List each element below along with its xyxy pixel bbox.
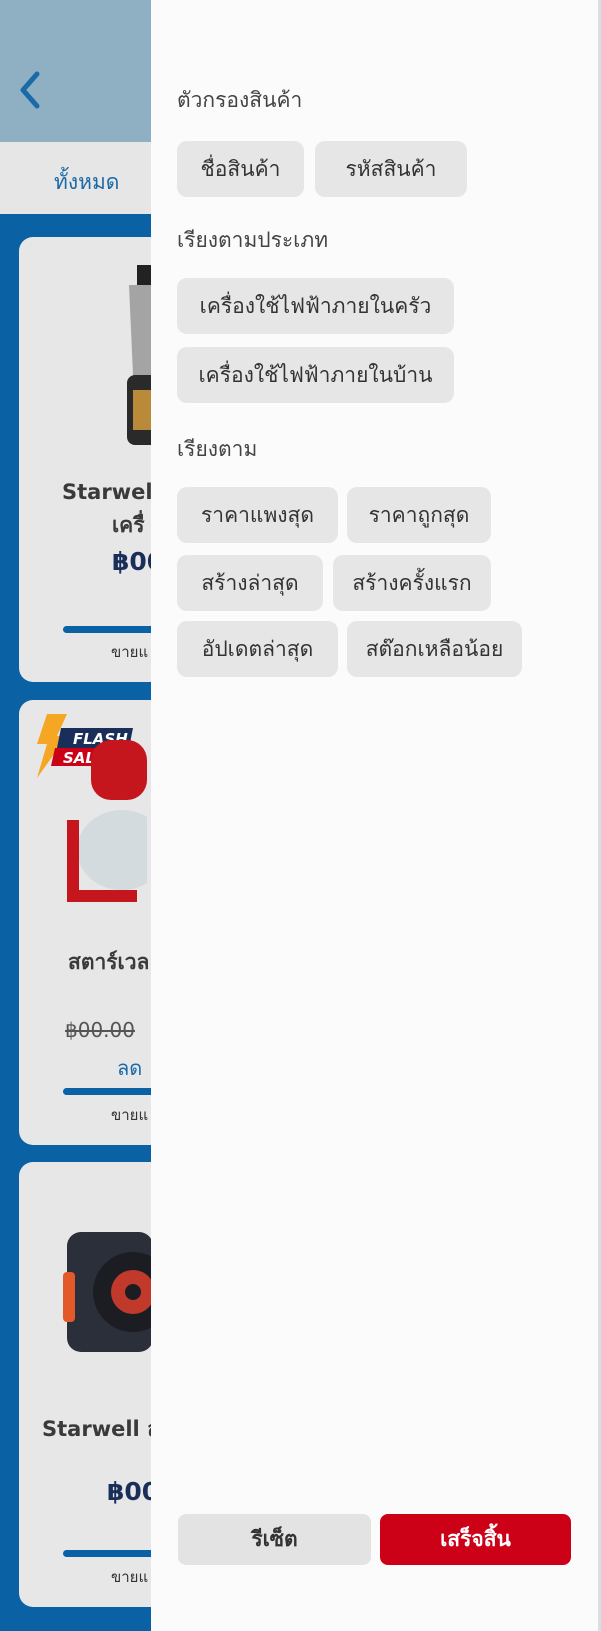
chevron-left-icon [20,71,40,109]
reset-button[interactable]: รีเซ็ต [178,1514,371,1565]
back-button[interactable] [14,70,46,110]
chip-price-low[interactable]: ราคาถูกสุด [347,487,491,543]
category-section-title: เรียงตามประเภท [177,228,329,252]
product-name: สตาร์เวล [68,950,150,974]
chip-product-name[interactable]: ชื่อสินค้า [177,141,304,197]
chip-home-appliances[interactable]: เครื่องใช้ไฟฟ้าภายในบ้าน [177,347,454,403]
sold-label: ขายแ [111,643,149,661]
tab-all[interactable]: ทั้งหมด [54,166,119,199]
filter-section-title: ตัวกรองสินค้า [177,88,303,112]
chip-latest-updated[interactable]: อัปเดตล่าสุด [177,621,338,677]
sort-section-title: เรียงตาม [177,437,258,461]
chip-kitchen-appliances[interactable]: เครื่องใช้ไฟฟ้าภายในครัว [177,278,454,334]
chip-product-code[interactable]: รหัสสินค้า [315,141,467,197]
chip-first-created[interactable]: สร้างครั้งแรก [333,555,491,611]
done-button[interactable]: เสร็จสิ้น [380,1514,571,1565]
product-name: Starwell ล [42,1417,160,1441]
chip-newest-created[interactable]: สร้างล่าสุด [177,555,323,611]
product-image [67,740,147,902]
product-old-price: ฿00.00 [65,1018,135,1042]
chip-low-stock[interactable]: สต๊อกเหลือน้อย [347,621,522,677]
chip-price-high[interactable]: ราคาแพงสุด [177,487,338,543]
product-name: Starwell [62,480,160,504]
filter-drawer: ตัวกรองสินค้า ชื่อสินค้า รหัสสินค้า เรีย… [151,0,601,1631]
product-name-line2: เครื่ [112,513,145,537]
sold-label: ขายแ [111,1106,149,1124]
product-image [63,1232,153,1352]
product-discount: ลด [117,1056,143,1080]
sold-label: ขายแ [111,1568,149,1586]
